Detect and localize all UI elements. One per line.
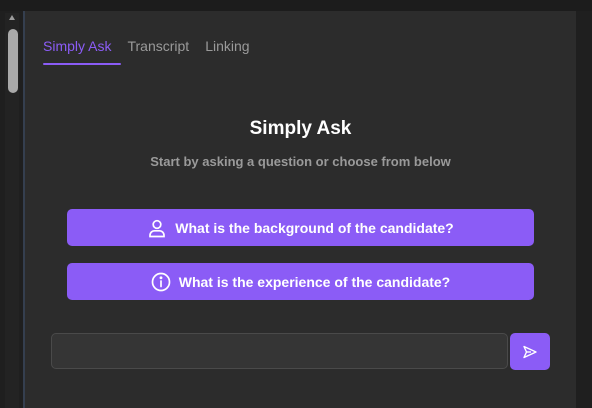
info-circle-icon [151, 272, 171, 292]
scrollbar-thumb[interactable] [8, 29, 18, 93]
suggestion-experience-button[interactable]: What is the experience of the candidate? [67, 263, 534, 300]
tab-bar: Simply Ask Transcript Linking [43, 35, 266, 65]
window-top-bar [0, 0, 592, 11]
page-subtitle: Start by asking a question or choose fro… [150, 154, 451, 169]
tab-transcript[interactable]: Transcript [127, 35, 189, 65]
send-button[interactable] [510, 333, 550, 370]
tab-linking[interactable]: Linking [205, 35, 249, 65]
user-icon [147, 218, 167, 238]
assistant-panel: Simply Ask Transcript Linking Simply Ask… [25, 11, 576, 408]
tab-simply-ask[interactable]: Simply Ask [43, 35, 123, 65]
send-icon [522, 344, 538, 360]
question-input[interactable] [51, 333, 508, 369]
right-gutter [576, 11, 592, 408]
page-title: Simply Ask [249, 118, 352, 139]
suggestion-label: What is the background of the candidate? [175, 219, 454, 236]
scroll-up-arrow-icon[interactable] [9, 15, 15, 20]
suggestion-label: What is the experience of the candidate? [178, 273, 451, 290]
suggestion-background-button[interactable]: What is the background of the candidate? [67, 209, 534, 246]
